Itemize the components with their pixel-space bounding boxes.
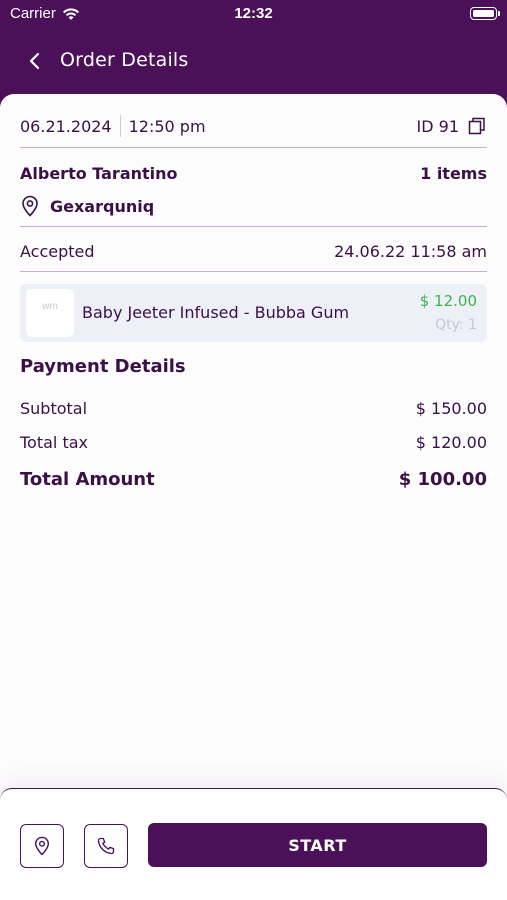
page-title: Order Details (60, 49, 189, 71)
separator (20, 226, 487, 227)
product-name: Baby Jeeter Infused - Bubba Gum (82, 303, 350, 322)
product-thumbnail-logo: wm (42, 301, 58, 312)
location-pin-icon (22, 195, 38, 217)
order-details-card: 06.21.2024 12:50 pm ID 91 Alberto Tarant… (0, 94, 507, 900)
chevron-left-icon (29, 52, 40, 70)
order-status: Accepted (20, 241, 95, 261)
customer-name: Alberto Tarantino (20, 163, 178, 183)
phone-icon (97, 837, 115, 855)
total-value: $ 100.00 (398, 468, 487, 490)
product-thumbnail: wm (26, 289, 74, 337)
payment-details-title: Payment Details (20, 356, 186, 377)
bottom-action-bar: START (0, 788, 507, 900)
order-date-time: 06.21.2024 12:50 pm (20, 115, 206, 137)
items-count: 1 items (420, 163, 487, 183)
subtotal-value: $ 150.00 (415, 398, 487, 418)
location-pin-icon (34, 836, 50, 856)
copy-icon[interactable] (467, 116, 487, 136)
status-bar: Carrier 12:32 (0, 0, 507, 28)
order-header-row: 06.21.2024 12:50 pm ID 91 (20, 114, 487, 138)
total-label: Total Amount (20, 468, 155, 490)
list-item[interactable]: wm Baby Jeeter Infused - Bubba Gum $ 12.… (20, 284, 487, 342)
tax-value: $ 120.00 (415, 432, 487, 452)
divider (119, 115, 121, 137)
subtotal-row: Subtotal $ 150.00 (20, 397, 487, 419)
order-id: ID 91 (416, 116, 459, 136)
status-row: Accepted 24.06.22 11:58 am (20, 240, 487, 262)
total-row: Total Amount $ 100.00 (20, 467, 487, 491)
location-row: Gexarquniq (20, 194, 487, 218)
call-button[interactable] (84, 824, 128, 868)
order-id-group: ID 91 (417, 116, 487, 136)
back-button[interactable] (22, 48, 48, 74)
tax-label: Total tax (20, 432, 88, 452)
product-price: $ 12.00 (419, 292, 477, 310)
customer-row: Alberto Tarantino 1 items (20, 162, 487, 184)
separator (20, 271, 487, 272)
subtotal-label: Subtotal (20, 398, 88, 418)
battery-icon (470, 7, 500, 20)
status-time: 12:32 (234, 5, 273, 22)
location-button[interactable] (20, 824, 64, 868)
order-date: 06.21.2024 (20, 116, 112, 136)
product-quantity: Qty: 1 (435, 317, 477, 333)
order-status-time: 24.06.22 11:58 am (334, 241, 487, 261)
nav-bar: Order Details (0, 38, 507, 82)
location-name: Gexarquniq (50, 196, 155, 216)
tax-row: Total tax $ 120.00 (20, 431, 487, 453)
start-button[interactable]: START (148, 823, 487, 867)
separator (20, 147, 487, 148)
order-time: 12:50 pm (128, 116, 206, 136)
